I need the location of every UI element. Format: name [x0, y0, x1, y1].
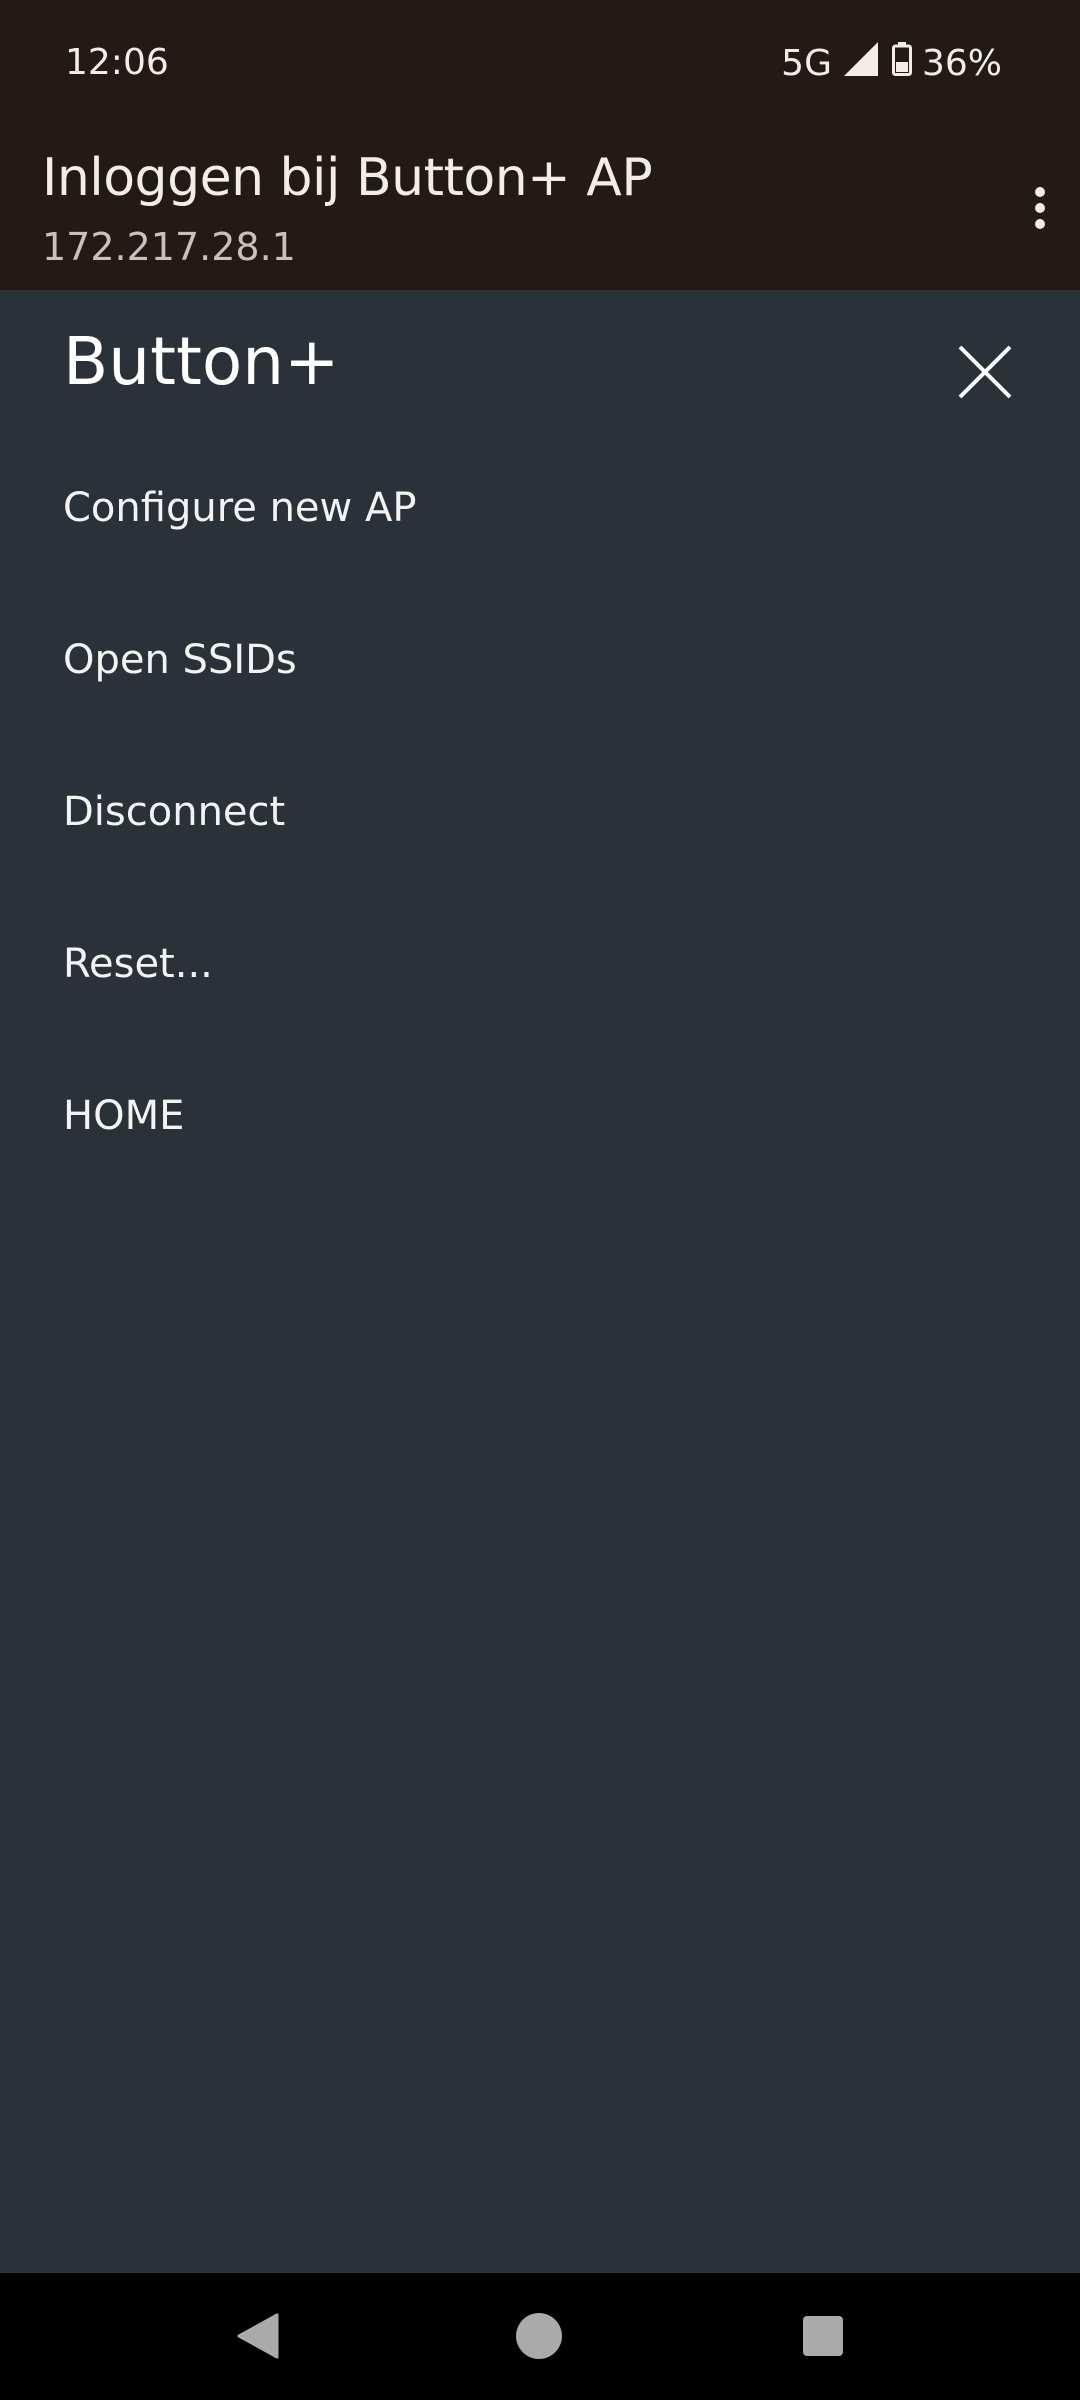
- recents-icon: [802, 2315, 844, 2362]
- menu-title: Button+: [63, 323, 340, 400]
- menu-item-configure-new-ap[interactable]: Configure new AP: [63, 485, 963, 531]
- status-time: 12:06: [65, 42, 169, 83]
- close-icon: [957, 344, 1013, 405]
- back-icon: [235, 2313, 279, 2364]
- menu-item-home[interactable]: HOME: [63, 1093, 963, 1139]
- home-button[interactable]: [504, 2303, 574, 2373]
- system-nav-bar: [0, 2273, 1080, 2400]
- status-icons: 5G 36%: [781, 42, 1002, 85]
- overflow-menu-button[interactable]: [1000, 170, 1080, 250]
- signal-icon: [843, 42, 878, 85]
- network-type: 5G: [781, 43, 832, 84]
- close-button[interactable]: [945, 334, 1025, 414]
- app-bar: Inloggen bij Button+ AP 172.217.28.1: [0, 130, 1080, 290]
- menu-panel: Button+ Configure new AP Open SSIDs Disc…: [0, 290, 1080, 2273]
- menu-item-open-ssids[interactable]: Open SSIDs: [63, 637, 963, 683]
- battery-percent: 36%: [921, 43, 1002, 84]
- page-subtitle: 172.217.28.1: [42, 225, 296, 269]
- home-icon: [515, 2312, 563, 2365]
- back-button[interactable]: [222, 2303, 292, 2373]
- menu-item-disconnect[interactable]: Disconnect: [63, 789, 963, 835]
- recents-button[interactable]: [788, 2303, 858, 2373]
- page-title: Inloggen bij Button+ AP: [42, 148, 653, 208]
- battery-icon: [891, 42, 912, 85]
- menu-item-reset[interactable]: Reset...: [63, 941, 963, 987]
- status-bar: 12:06 5G 36%: [0, 0, 1080, 130]
- more-vert-icon: [1034, 186, 1046, 235]
